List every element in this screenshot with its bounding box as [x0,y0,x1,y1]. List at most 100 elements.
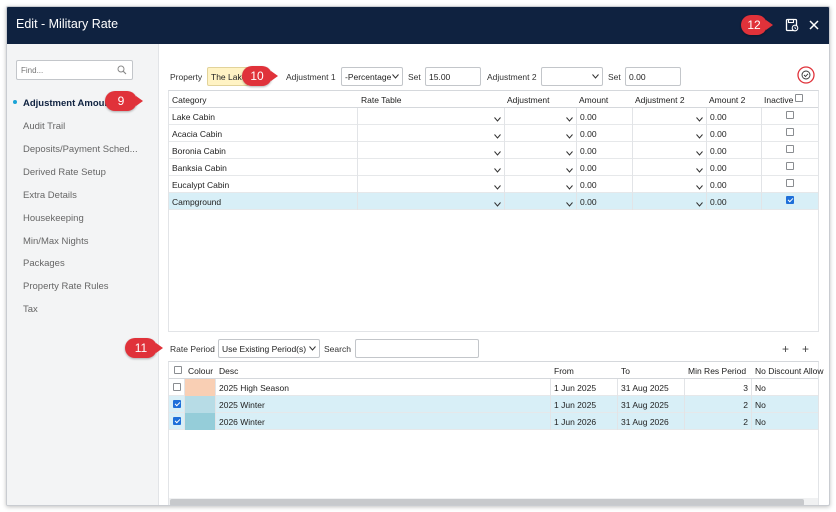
adjustment-select[interactable] [504,159,576,176]
rate-period-select[interactable]: Use Existing Period(s) [218,339,320,358]
col-header-amount[interactable]: Amount [579,95,608,105]
col-header-from[interactable]: From [554,366,574,376]
adjustment2-select[interactable] [632,176,706,193]
adjustment2-select[interactable] [632,142,706,159]
sidebar-item-tax[interactable]: Tax [23,304,38,315]
callout-badge-9: 9 [105,91,143,111]
col-header-adjustment[interactable]: Adjustment [507,95,550,105]
rates-grid: Category Rate Table Adjustment Amount Ad… [168,90,819,332]
col-header-to[interactable]: To [621,366,630,376]
amount2-cell[interactable]: 0.00 [707,125,730,142]
add-period-button[interactable]: + [782,342,789,356]
col-header-inactive[interactable]: Inactive [764,95,793,105]
periods-select-all-checkbox[interactable] [174,366,182,374]
amount2-cell[interactable]: 0.00 [707,142,730,159]
apply-check-icon[interactable] [797,66,815,84]
amount-cell[interactable]: 0.00 [577,193,600,210]
rate-table-select[interactable] [357,159,504,176]
sidebar-item-packages[interactable]: Packages [23,258,65,269]
adjustment2-select[interactable] [632,125,706,142]
inactive-checkbox[interactable] [786,162,794,170]
set2-input[interactable]: 0.00 [625,67,681,86]
col-header-amount2[interactable]: Amount 2 [709,95,745,105]
callout-badge-10: 10 [242,66,278,86]
period-row[interactable]: 2026 Winter 1 Jun 2026 31 Aug 2026 2 No [169,413,818,430]
sidebar-item-min-max-nights[interactable]: Min/Max Nights [23,236,88,247]
chevron-down-icon [392,74,399,79]
period-checkbox[interactable] [173,417,181,425]
adjustment-select[interactable] [504,142,576,159]
close-icon[interactable] [807,18,821,32]
period-search-input[interactable] [355,339,479,358]
set1-input[interactable]: 15.00 [425,67,481,86]
chevron-down-icon [696,148,703,156]
find-field[interactable] [16,60,133,80]
adjustment2-select[interactable] [632,108,706,125]
horizontal-scrollbar[interactable] [169,498,818,505]
rate-row[interactable]: Acacia Cabin 0.00 0.00 [169,125,818,142]
col-header-colour[interactable]: Colour [188,366,213,376]
rate-table-select[interactable] [357,142,504,159]
chevron-down-icon [566,199,573,207]
period-checkbox[interactable] [173,383,181,391]
add-period-button-2[interactable]: + [802,342,809,356]
adjustment-select[interactable] [504,125,576,142]
inactive-checkbox[interactable] [786,145,794,153]
rate-table-select[interactable] [357,176,504,193]
sidebar: Adjustment Amount 9 Audit Trail Deposits… [7,44,159,505]
adjustment2-select[interactable] [541,67,603,86]
rate-row[interactable]: Banksia Cabin 0.00 0.00 [169,159,818,176]
period-checkbox[interactable] [173,400,181,408]
amount2-cell[interactable]: 0.00 [707,193,730,210]
sidebar-item-derived-rate-setup[interactable]: Derived Rate Setup [23,167,106,178]
adjustment1-select[interactable]: -Percentage [341,67,403,86]
col-header-desc[interactable]: Desc [219,366,238,376]
sidebar-item-housekeeping[interactable]: Housekeeping [23,213,84,224]
col-header-adjustment2[interactable]: Adjustment 2 [635,95,685,105]
scrollbar-thumb[interactable] [170,499,804,505]
sidebar-item-audit-trail[interactable]: Audit Trail [23,121,65,132]
rate-row[interactable]: Lake Cabin 0.00 0.00 [169,108,818,125]
rate-row[interactable]: Eucalypt Cabin 0.00 0.00 [169,176,818,193]
col-header-category[interactable]: Category [172,95,207,105]
period-row[interactable]: 2025 Winter 1 Jun 2025 31 Aug 2025 2 No [169,396,818,413]
find-input[interactable] [17,61,112,79]
period-row[interactable]: 2025 High Season 1 Jun 2025 31 Aug 2025 3 No [169,379,818,396]
sidebar-item-adjustment-amount[interactable]: Adjustment Amount [23,98,113,109]
col-header-min-res-period[interactable]: Min Res Period [688,366,746,376]
search-icon [117,65,127,75]
chevron-down-icon [494,165,501,173]
adjustment-select[interactable] [504,108,576,125]
category-cell: Boronia Cabin [172,146,226,156]
amount2-cell[interactable]: 0.00 [707,108,730,125]
sidebar-item-deposits[interactable]: Deposits/Payment Sched... [23,144,138,155]
rate-row[interactable]: Campground 0.00 0.00 [169,193,818,210]
amount-cell[interactable]: 0.00 [577,125,600,142]
col-header-no-discount[interactable]: No Discount Allow [755,366,824,376]
sidebar-item-property-rate-rules[interactable]: Property Rate Rules [23,281,109,292]
amount-cell[interactable]: 0.00 [577,176,600,193]
inactive-checkbox[interactable] [786,179,794,187]
inactive-checkbox[interactable] [786,128,794,136]
adjustment-select[interactable] [504,176,576,193]
save-icon[interactable] [785,18,799,32]
inactive-checkbox[interactable] [786,111,794,119]
amount-cell[interactable]: 0.00 [577,159,600,176]
sidebar-item-extra-details[interactable]: Extra Details [23,190,77,201]
adjustment2-select[interactable] [632,159,706,176]
amount-cell[interactable]: 0.00 [577,142,600,159]
rate-table-select[interactable] [357,193,504,210]
col-header-rate-table[interactable]: Rate Table [361,95,401,105]
search-label: Search [324,344,351,354]
amount-cell[interactable]: 0.00 [577,108,600,125]
rate-table-select[interactable] [357,108,504,125]
callout-text: 9 [117,94,125,108]
amount2-cell[interactable]: 0.00 [707,159,730,176]
inactive-select-all-checkbox[interactable] [795,94,803,102]
adjustment2-select[interactable] [632,193,706,210]
inactive-checkbox[interactable] [786,196,794,204]
adjustment-select[interactable] [504,193,576,210]
amount2-cell[interactable]: 0.00 [707,176,730,193]
rate-row[interactable]: Boronia Cabin 0.00 0.00 [169,142,818,159]
rate-table-select[interactable] [357,125,504,142]
